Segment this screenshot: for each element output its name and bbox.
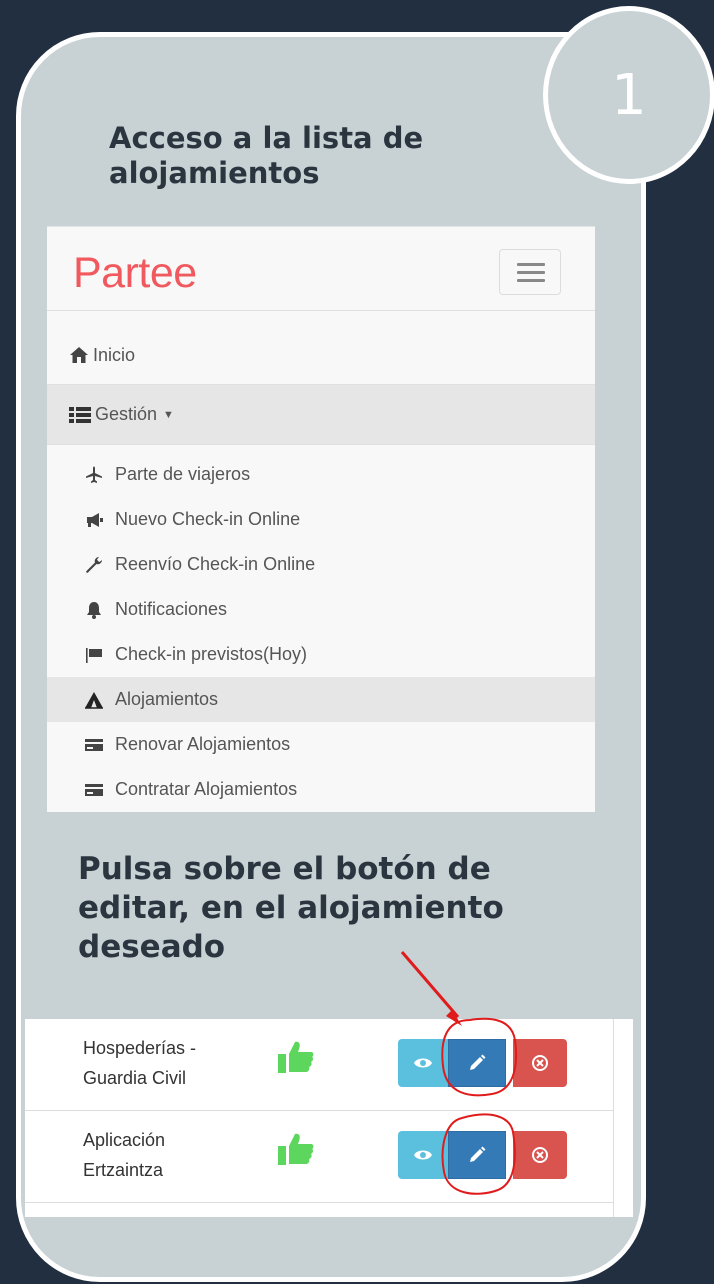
nav-item-gestion[interactable]: Gestión ▼ — [47, 384, 595, 445]
menu-screenshot: Partee Inicio Gestión ▼ Parte de viajero… — [47, 226, 595, 812]
pencil-icon — [470, 1054, 486, 1070]
delete-button[interactable] — [513, 1039, 567, 1087]
sub-item-label: Alojamientos — [115, 689, 219, 709]
step-number: 1 — [611, 62, 647, 128]
step-number-badge: 1 — [543, 6, 714, 184]
row-name-line2: Ertzaintza — [83, 1160, 164, 1180]
sub-item-label: Parte de viajeros — [115, 464, 251, 484]
sub-item-renovar[interactable]: Renovar Alojamientos — [47, 722, 595, 767]
view-button[interactable] — [398, 1039, 448, 1087]
table-screenshot: Hospederías - Guardia Civil Aplicación E… — [25, 1019, 633, 1217]
table-border — [613, 1019, 614, 1217]
card-icon — [83, 738, 105, 752]
step-heading: Acceso a la lista de alojamientos — [109, 121, 424, 191]
nav-item-inicio[interactable]: Inicio — [47, 327, 595, 383]
nav-item-label: Gestión — [95, 404, 158, 424]
sub-item-alojamientos[interactable]: Alojamientos — [47, 677, 595, 722]
flag-icon — [83, 647, 105, 663]
step-card: Acceso a la lista de alojamientos Partee… — [16, 32, 646, 1282]
app-navbar: Partee — [47, 227, 595, 311]
sub-item-contratar[interactable]: Contratar Alojamientos — [47, 767, 595, 812]
nav-item-label: Inicio — [93, 344, 136, 365]
tent-icon — [83, 691, 105, 709]
home-icon — [69, 346, 89, 364]
pencil-icon — [470, 1146, 486, 1162]
sub-item-parte-viajeros[interactable]: Parte de viajeros — [47, 452, 595, 497]
delete-button[interactable] — [513, 1131, 567, 1179]
sub-item-label: Notificaciones — [115, 599, 228, 619]
sub-item-label: Renovar Alojamientos — [115, 734, 291, 754]
row-name-line1: Hospederías - — [83, 1038, 197, 1058]
list-icon — [69, 406, 91, 423]
row-name: Hospederías - Guardia Civil — [83, 1033, 243, 1093]
sub-item-label: Nuevo Check-in Online — [115, 509, 301, 529]
sub-item-label: Check-in previstos(Hoy) — [115, 644, 308, 664]
row-name-line2: Guardia Civil — [83, 1068, 187, 1088]
brand-logo[interactable]: Partee — [73, 249, 197, 298]
sub-item-label: Reenvío Check-in Online — [115, 554, 316, 574]
sub-item-reenvio-checkin[interactable]: Reenvío Check-in Online — [47, 542, 595, 587]
edit-button[interactable] — [448, 1131, 506, 1179]
row-name-line1: Aplicación — [83, 1130, 166, 1150]
sub-item-checkin-previstos[interactable]: Check-in previstos(Hoy) — [47, 632, 595, 677]
sub-item-nuevo-checkin[interactable]: Nuevo Check-in Online — [47, 497, 595, 542]
card-icon — [83, 783, 105, 797]
plane-icon — [83, 466, 105, 484]
thumbs-up-icon — [277, 1039, 315, 1075]
remove-circle-icon — [532, 1147, 548, 1163]
table-row: Hospederías - Guardia Civil — [25, 1019, 613, 1111]
hamburger-icon[interactable] — [499, 249, 561, 295]
caret-down-icon: ▼ — [163, 408, 174, 421]
row-name: Aplicación Ertzaintza — [83, 1125, 243, 1185]
sub-item-label: Contratar Alojamientos — [115, 779, 298, 799]
remove-circle-icon — [532, 1055, 548, 1071]
sub-item-notificaciones[interactable]: Notificaciones — [47, 587, 595, 632]
view-button[interactable] — [398, 1131, 448, 1179]
bullhorn-icon — [83, 512, 105, 528]
wrench-icon — [83, 556, 105, 574]
edit-button[interactable] — [448, 1039, 506, 1087]
thumbs-up-icon — [277, 1131, 315, 1167]
instruction-heading: Pulsa sobre el botón de editar, en el al… — [78, 851, 504, 965]
eye-icon — [414, 1150, 432, 1160]
table-row: Aplicación Ertzaintza — [25, 1111, 613, 1203]
eye-icon — [414, 1058, 432, 1068]
bell-icon — [83, 601, 105, 619]
